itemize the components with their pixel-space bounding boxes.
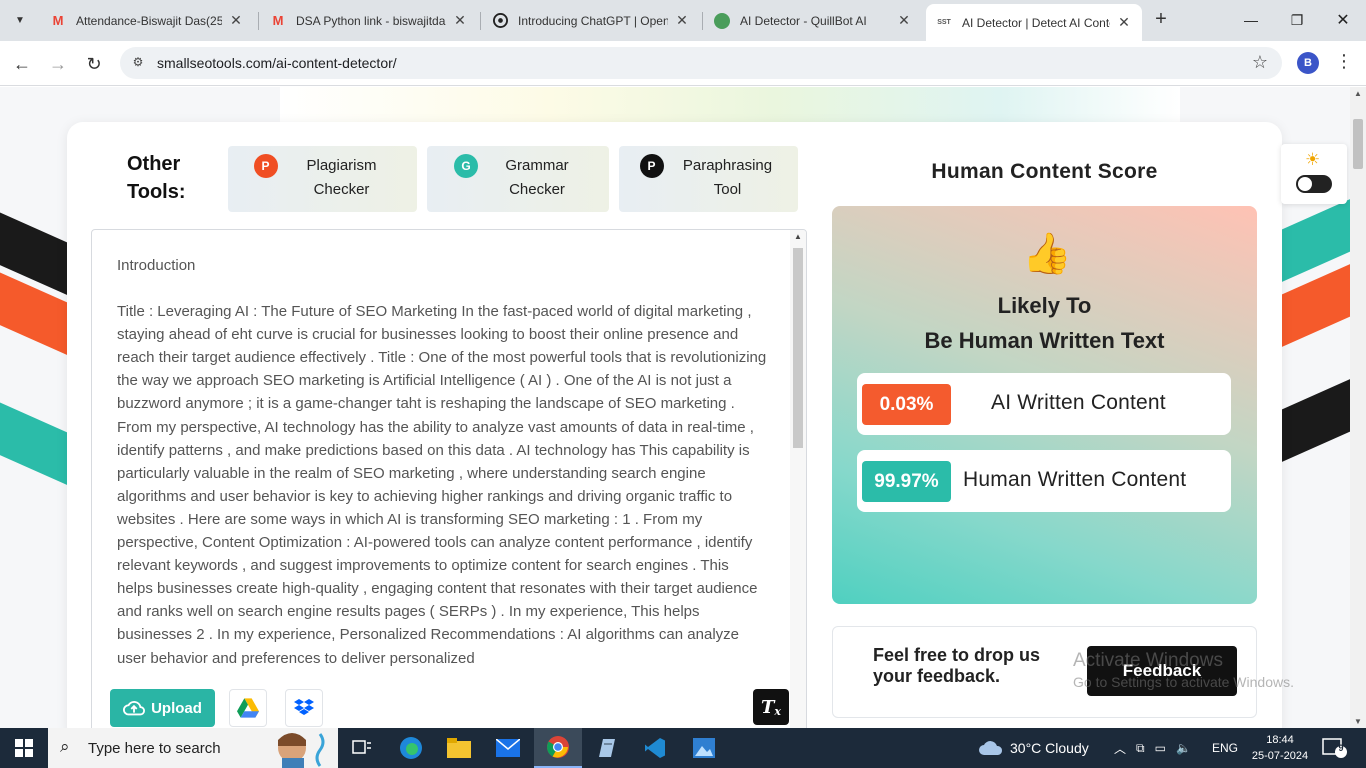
plagiarism-checker-button[interactable]: P Plagiarism Checker xyxy=(228,146,417,212)
page-viewport: Other Tools: P Plagiarism Checker G Gram… xyxy=(0,87,1350,728)
scroll-down-icon[interactable]: ▼ xyxy=(1350,717,1366,726)
search-highlight-art xyxy=(278,733,325,768)
bookmark-star-icon[interactable]: ☆ xyxy=(1252,52,1268,73)
activate-windows-watermark: Activate Windows Go to Settings to activ… xyxy=(1073,650,1294,690)
score-title: Human Content Score xyxy=(931,160,1158,183)
dropbox-button[interactable] xyxy=(285,689,323,727)
minimize-button[interactable]: — xyxy=(1228,0,1274,40)
network-icon[interactable]: ▭ xyxy=(1155,741,1166,755)
browser-toolbar: ← → ↻ ⚙ smallseotools.com/ai-content-det… xyxy=(0,41,1366,86)
tab-dsa-python[interactable]: M DSA Python link - biswajitda ✕ xyxy=(260,6,478,35)
notification-center-button[interactable]: 9 xyxy=(1322,738,1348,758)
close-tab-icon[interactable]: ✕ xyxy=(896,12,912,29)
chevron-up-icon[interactable]: ︿ xyxy=(1114,740,1126,757)
edge-icon[interactable] xyxy=(387,728,435,768)
chrome-icon[interactable] xyxy=(534,728,582,768)
url-text[interactable]: smallseotools.com/ai-content-detector/ xyxy=(157,55,397,71)
photos-icon[interactable] xyxy=(680,728,728,768)
feedback-prompt: Feel free to drop us your feedback. xyxy=(873,645,1041,686)
mail-icon[interactable] xyxy=(484,728,532,768)
scroll-up-icon[interactable]: ▲ xyxy=(1350,89,1366,98)
task-view-icon[interactable] xyxy=(338,728,386,768)
ai-percent-badge: 0.03% xyxy=(862,384,951,425)
vscode-icon[interactable] xyxy=(631,728,679,768)
search-icon: ⌕ xyxy=(60,737,70,756)
browser-menu-icon[interactable]: ⋮ xyxy=(1334,51,1354,75)
text-input-area[interactable]: Introduction Title : Leveraging AI : The… xyxy=(91,229,807,728)
windows-taskbar: ⌕ Type here to search 30°C Cloudy ︿ ⧉ ▭ … xyxy=(0,728,1366,768)
paraphrasing-icon: P xyxy=(639,154,664,178)
windows-logo-icon xyxy=(15,739,33,757)
volume-icon[interactable]: 🔈 xyxy=(1176,741,1191,755)
page-scroll-thumb[interactable] xyxy=(1353,119,1363,169)
gmail-icon: M xyxy=(272,13,284,28)
paraphrasing-tool-button[interactable]: P Paraphrasing Tool xyxy=(619,146,798,212)
file-explorer-icon[interactable] xyxy=(435,728,483,768)
clear-format-button[interactable]: Tx xyxy=(753,689,789,725)
taskbar-search[interactable]: ⌕ Type here to search xyxy=(48,728,338,768)
ai-content-result: 0.03% AI Written Content xyxy=(857,373,1231,435)
plagiarism-icon: P xyxy=(253,154,278,178)
site-info-icon[interactable]: ⚙ xyxy=(130,55,146,71)
thumbs-up-icon: 👍 xyxy=(1022,232,1072,276)
editor-scroll-thumb[interactable] xyxy=(793,248,803,448)
tab-search-icon[interactable]: ▼ xyxy=(8,8,32,32)
theme-toggle[interactable]: ☀ xyxy=(1281,144,1347,204)
browser-tab-strip: ▼ M Attendance-Biswajit Das(25.0 ✕ M DSA… xyxy=(0,0,1366,41)
weather-widget[interactable]: 30°C Cloudy xyxy=(978,728,1089,768)
detector-card: Other Tools: P Plagiarism Checker G Gram… xyxy=(67,122,1282,728)
profile-avatar[interactable]: B xyxy=(1297,52,1319,74)
address-bar[interactable]: ⚙ smallseotools.com/ai-content-detector/… xyxy=(120,47,1282,79)
new-tab-button[interactable]: + xyxy=(1150,9,1172,31)
clock[interactable]: 18:44 25-07-2024 xyxy=(1250,732,1310,764)
openai-icon xyxy=(492,13,508,29)
forward-button[interactable]: → xyxy=(44,50,72,78)
human-percent-badge: 99.97% xyxy=(862,461,951,502)
grammar-checker-button[interactable]: G Grammar Checker xyxy=(427,146,609,212)
ai-content-label: AI Written Content xyxy=(991,391,1166,414)
tab-quillbot[interactable]: AI Detector - QuillBot AI ✕ xyxy=(704,6,922,35)
tab-ai-detector-active[interactable]: SST AI Detector | Detect AI Conte ✕ xyxy=(926,4,1142,41)
hero-gradient xyxy=(280,87,1180,127)
scroll-up-icon[interactable]: ▲ xyxy=(790,232,806,241)
google-drive-icon xyxy=(237,698,259,718)
meet-now-icon[interactable]: ⧉ xyxy=(1136,741,1145,756)
grammar-icon: G xyxy=(454,154,478,178)
tab-attendance[interactable]: M Attendance-Biswajit Das(25.0 ✕ xyxy=(40,6,254,35)
sun-icon: ☀ xyxy=(1305,150,1321,169)
dark-mode-switch[interactable] xyxy=(1296,175,1332,193)
dropbox-icon xyxy=(294,699,314,715)
score-panel: 👍 Likely To Be Human Written Text 0.03% … xyxy=(832,206,1257,604)
close-tab-icon[interactable]: ✕ xyxy=(452,12,468,29)
human-content-result: 99.97% Human Written Content xyxy=(857,450,1231,512)
maximize-button[interactable]: ❐ xyxy=(1274,0,1320,40)
close-tab-icon[interactable]: ✕ xyxy=(1116,14,1132,31)
reload-button[interactable]: ↻ xyxy=(80,50,108,78)
page-scrollbar[interactable]: ▲ ▼ xyxy=(1350,87,1366,728)
verdict-text: Likely To Be Human Written Text xyxy=(924,293,1165,353)
close-window-button[interactable]: ✕ xyxy=(1320,0,1366,40)
cloud-upload-icon xyxy=(123,701,146,716)
notepad-icon[interactable] xyxy=(582,728,630,768)
close-tab-icon[interactable]: ✕ xyxy=(674,12,690,29)
google-drive-button[interactable] xyxy=(229,689,267,727)
language-indicator[interactable]: ENG xyxy=(1212,728,1238,768)
other-tools-label: Other Tools: xyxy=(127,153,186,203)
editor-heading: Introduction xyxy=(117,257,196,274)
upload-button[interactable]: Upload xyxy=(110,689,215,727)
gmail-icon: M xyxy=(52,13,64,28)
editor-body: Title : Leveraging AI : The Future of SE… xyxy=(117,303,767,667)
editor-scrollbar[interactable]: ▲ ▼ xyxy=(790,230,806,728)
quillbot-icon xyxy=(714,12,730,29)
close-tab-icon[interactable]: ✕ xyxy=(228,12,244,29)
sst-icon: SST xyxy=(937,19,951,26)
back-button[interactable]: ← xyxy=(8,50,36,78)
editor-content[interactable]: Introduction Title : Leveraging AI : The… xyxy=(117,254,767,693)
start-button[interactable] xyxy=(0,728,48,768)
tab-chatgpt[interactable]: Introducing ChatGPT | Open ✕ xyxy=(482,6,700,35)
system-tray[interactable]: ︿ ⧉ ▭ 🔈 xyxy=(1114,728,1191,768)
human-content-label: Human Written Content xyxy=(963,468,1187,491)
cloud-icon xyxy=(979,741,1003,755)
